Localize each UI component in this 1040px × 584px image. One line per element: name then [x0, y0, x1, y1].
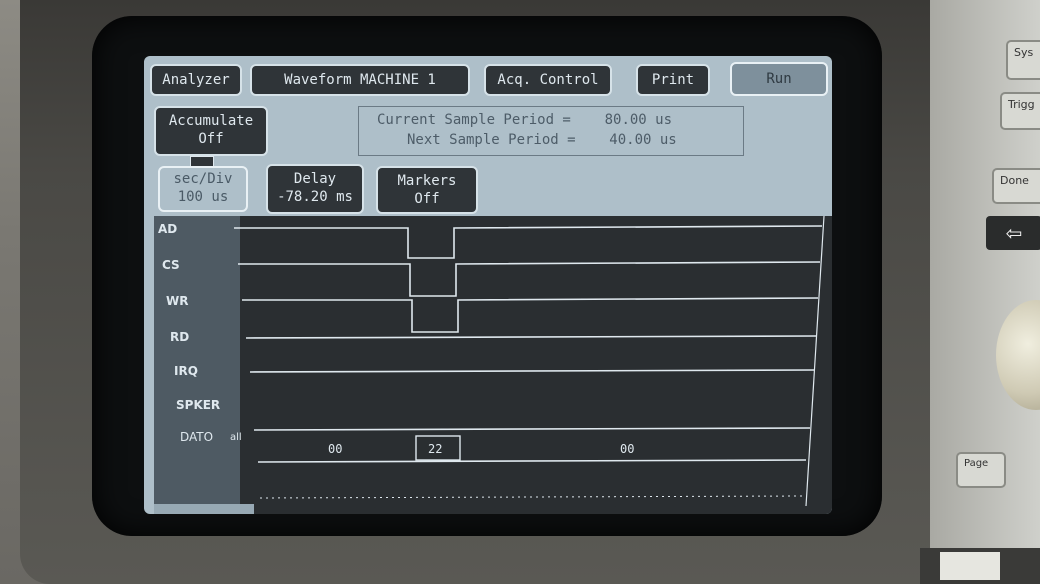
trace-spker-top — [253, 427, 811, 431]
acq-control-label: Acq. Control — [497, 72, 599, 88]
run-label: Run — [766, 71, 792, 87]
trace-dato-bottom — [257, 459, 807, 463]
sec-div-value: 100 us — [177, 189, 229, 205]
sample-period-box: Current Sample Period = 80.00 us Next Sa… — [358, 106, 744, 156]
print-label: Print — [651, 72, 695, 88]
bus-value-0: 00 — [328, 442, 343, 456]
analyzer-button[interactable]: Analyzer — [150, 64, 242, 96]
markers-button[interactable]: Markers Off — [376, 166, 478, 214]
sec-div-button[interactable]: sec/Div 100 us — [158, 166, 248, 212]
page-key[interactable]: Page — [956, 452, 1006, 488]
system-key[interactable]: Sys — [1006, 40, 1040, 80]
current-sample-period-value: 80.00 us — [604, 112, 673, 128]
current-sample-period-label: Current Sample Period = — [377, 112, 571, 128]
waveform-display: AD CS WR RD IRQ SPKER DATO all 00 22 00 — [154, 216, 832, 514]
waveform-machine-button[interactable]: Waveform MACHINE 1 — [250, 64, 470, 96]
trigger-key-label: Trigg — [1008, 98, 1035, 111]
accumulate-value: Off — [198, 131, 224, 147]
done-key-label: Done — [1000, 174, 1029, 187]
trace-irq — [249, 369, 815, 373]
print-button[interactable]: Print — [636, 64, 710, 96]
front-panel — [930, 0, 1040, 584]
delay-value: -78.20 ms — [277, 189, 353, 205]
acq-control-button[interactable]: Acq. Control — [484, 64, 612, 96]
page-key-label: Page — [964, 458, 989, 469]
trace-cs — [238, 261, 821, 297]
back-arrow-icon: ⇦ — [1005, 221, 1023, 245]
bus-value-1: 22 — [428, 442, 443, 456]
trigger-key[interactable]: Trigg — [1000, 92, 1040, 130]
waveform-traces — [234, 216, 825, 507]
trace-ad — [234, 225, 823, 259]
drive-slot — [940, 552, 1000, 580]
done-key[interactable]: Done — [992, 168, 1040, 204]
system-key-label: Sys — [1014, 46, 1034, 59]
markers-label: Markers — [397, 173, 457, 189]
trace-wr — [242, 297, 819, 333]
next-sample-period-value: 40.00 us — [609, 132, 677, 148]
analyzer-button-label: Analyzer — [162, 72, 230, 88]
delay-button[interactable]: Delay -78.20 ms — [266, 164, 364, 214]
bus-value-2: 00 — [620, 442, 635, 456]
next-sample-period-label: Next Sample Period = — [407, 132, 576, 148]
back-key[interactable]: ⇦ — [986, 216, 1040, 250]
delay-label: Delay — [293, 171, 337, 187]
time-axis-line — [259, 495, 803, 499]
waveform-machine-label: Waveform MACHINE 1 — [284, 72, 436, 88]
accumulate-button[interactable]: Accumulate Off — [154, 106, 268, 156]
sec-div-label: sec/Div — [173, 171, 233, 187]
trace-rd — [245, 335, 817, 339]
accumulate-label: Accumulate — [168, 113, 254, 129]
markers-value: Off — [414, 191, 440, 207]
run-button[interactable]: Run — [730, 62, 828, 96]
right-edge-line — [805, 216, 825, 507]
analyzer-screen: Analyzer Waveform MACHINE 1 Acq. Control… — [144, 56, 832, 514]
